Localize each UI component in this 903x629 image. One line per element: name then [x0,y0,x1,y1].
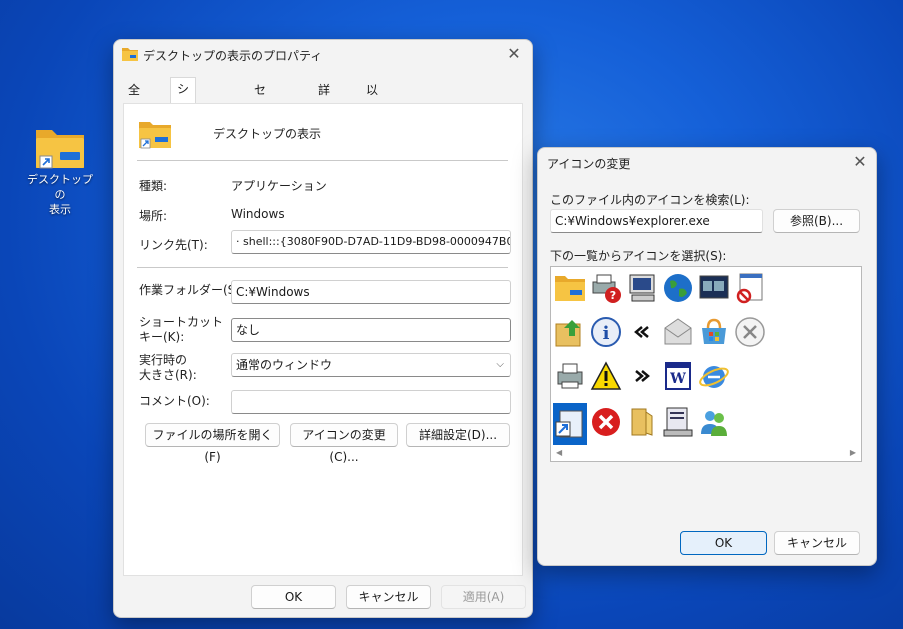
tab-previous-versions[interactable]: 以前のバージョン [360,79,384,251]
server-icon[interactable] [661,405,695,439]
type-value: アプリケーション [231,179,327,193]
search-label: このファイル内のアイコンを検索(L): [550,193,750,207]
shortcut-key-field[interactable]: なし [231,318,511,342]
shortcut-name: デスクトップの表示 [213,127,322,141]
browse-button[interactable]: 参照(B)... [773,209,860,233]
divider [137,267,508,268]
rewind-icon[interactable] [625,315,659,349]
dialog-title: アイコンの変更 [547,157,631,171]
change-icon-button[interactable]: アイコンの変更(C)... [290,423,398,464]
computer-icon[interactable] [625,271,659,305]
cancel-button[interactable]: キャンセル [774,531,860,555]
scroll-right-icon[interactable]: ▶ [850,448,856,457]
location-label: 場所: [139,209,168,223]
apply-button[interactable]: 適用(A) [441,585,526,609]
scroll-left-icon[interactable]: ◀ [556,448,562,457]
mail-icon[interactable] [661,315,695,349]
icon-file-field[interactable]: C:¥Windows¥explorer.exe [550,209,763,233]
run-size-select[interactable]: 通常のウィンドウ ⌵ [231,353,511,377]
printer-help-icon[interactable]: ? [589,271,623,305]
blocked-window-icon[interactable] [733,271,767,305]
users-icon[interactable] [697,405,731,439]
store-bag-icon[interactable] [697,315,731,349]
advanced-button[interactable]: 詳細設定(D)... [406,423,510,447]
printer-icon[interactable] [553,359,587,393]
select-label: 下の一覧からアイコンを選択(S): [550,249,727,263]
folder-icon[interactable] [553,271,587,305]
icon-list[interactable]: ? i W ◀ ▶ [550,266,862,462]
folder-icon [122,48,138,61]
cancel-button[interactable]: キャンセル [346,585,431,609]
workdir-label: 作業フォルダー(S): [139,283,245,297]
globe-icon[interactable] [661,271,695,305]
folder-shortcut-icon [139,122,171,149]
open-file-location-button[interactable]: ファイルの場所を開く(F) [145,423,280,464]
close-circle-icon[interactable] [733,315,767,349]
titlebar: デスクトップの表示のプロパティ ✕ [114,40,532,68]
chevron-down-icon: ⌵ [496,359,504,370]
info-icon[interactable]: i [589,315,623,349]
document-w-icon[interactable]: W [661,359,695,393]
run-size-label: 実行時の 大きさ(R): [139,353,197,382]
warning-icon[interactable] [589,359,623,393]
comment-field[interactable] [231,390,511,414]
change-icon-dialog: アイコンの変更 ✕ このファイル内のアイコンを検索(L): C:¥Windows… [537,147,877,566]
shortcut-selected-icon[interactable] [553,403,587,445]
close-button[interactable]: ✕ [848,151,872,173]
titlebar: アイコンの変更 ✕ [538,148,876,176]
desktop-icon-label: デスクトップの 表示 [27,173,93,216]
fast-forward-icon[interactable] [625,359,659,393]
type-label: 種類: [139,179,168,193]
horizontal-scrollbar[interactable]: ◀ ▶ [552,446,860,460]
folder-shortcut-icon [36,130,84,169]
ok-button[interactable]: OK [680,531,767,555]
network-window-icon[interactable] [697,271,731,305]
target-label: リンク先(T): [139,238,208,252]
workdir-field[interactable]: C:¥Windows [231,280,511,304]
tab-details[interactable]: 詳細 [312,79,336,119]
ie-globe-icon[interactable] [697,359,731,393]
tab-general[interactable]: 全般 [122,79,146,119]
desktop-shortcut[interactable]: デスクトップの 表示 [22,124,98,217]
tab-security[interactable]: セキュリティ [248,79,272,207]
close-button[interactable]: ✕ [502,43,526,65]
shortcut-key-label: ショートカット キー(K): [139,315,224,344]
error-icon[interactable] [589,405,623,439]
window-title: デスクトップの表示のプロパティ [143,49,323,63]
comment-label: コメント(O): [139,394,210,408]
svg-text:?: ? [610,289,616,302]
svg-text:i: i [603,323,610,344]
tab-shortcut[interactable]: ショートカット [170,77,197,228]
properties-window: デスクトップの表示のプロパティ ✕ 全般 ショートカット セキュリティ 詳細 以… [113,39,533,618]
shortcut-panel: デスクトップの表示 種類: アプリケーション 場所: Windows リンク先(… [123,103,523,576]
divider [137,160,508,161]
folder-up-icon[interactable] [553,315,587,349]
target-field[interactable]: · shell:::{3080F90D-D7AD-11D9-BD98-00009… [231,230,511,254]
svg-text:W: W [669,371,686,387]
folder-open-icon[interactable] [625,405,659,439]
ok-button[interactable]: OK [251,585,336,609]
location-value: Windows [231,207,285,221]
